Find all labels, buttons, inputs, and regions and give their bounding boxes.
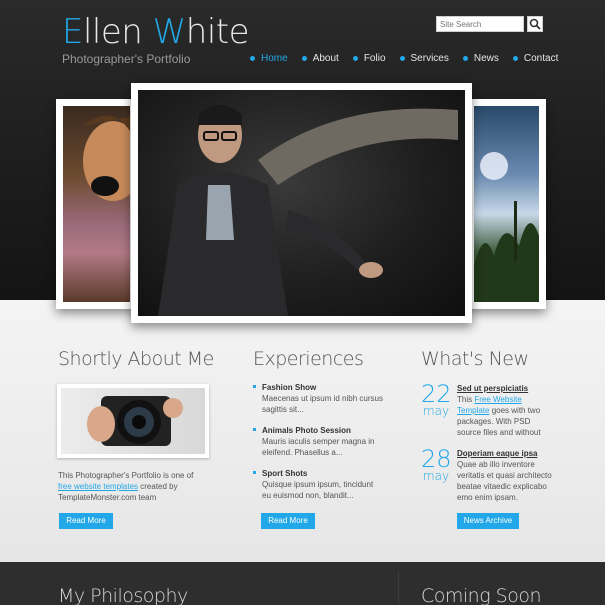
experience-title[interactable]: Fashion Show: [262, 382, 383, 393]
news-item: 22 may Sed ut perspiciatis This Free Web…: [421, 380, 553, 443]
news-body: Sed ut perspiciatis This Free Website Te…: [457, 383, 553, 438]
news-title: What's New: [421, 348, 529, 370]
experience-desc: Mauris iaculis semper magna in eleifend.…: [262, 437, 375, 457]
about-text: This Photographer's Portfolio is one of …: [58, 470, 208, 503]
nav-bullet-icon: [352, 56, 358, 61]
nav-bullet-icon: [399, 56, 405, 61]
news-month: may: [422, 404, 450, 418]
search-input[interactable]: [436, 16, 524, 32]
news-archive-button[interactable]: News Archive: [457, 513, 519, 529]
portrait-illustration: [83, 115, 130, 201]
news-month: may: [422, 469, 450, 483]
about-text-part: This Photographer's Portfolio is one of: [58, 471, 194, 480]
nav-item-about[interactable]: About: [301, 53, 339, 64]
about-photo: [57, 384, 209, 458]
experience-desc: Maecenas ut ipsum id nibh cursus sagitti…: [262, 394, 383, 414]
logo-last-name-rest: hite: [185, 12, 250, 52]
bullet-icon: [253, 385, 256, 388]
nav-label: News: [473, 53, 499, 64]
landscape-illustration: [474, 152, 539, 302]
news-day: 22: [421, 380, 452, 408]
nav-bullet-icon: [250, 56, 255, 61]
logo-title: Ellen White: [62, 12, 250, 52]
nav-item-contact[interactable]: Contact: [512, 53, 559, 64]
nav-bullet-icon: [301, 56, 307, 61]
experiences-list: Fashion Show Maecenas ut ipsum id nibh c…: [253, 382, 383, 511]
logo-letter-w: W: [152, 12, 187, 52]
nav-item-services[interactable]: Services: [399, 53, 449, 64]
search-button[interactable]: [527, 16, 543, 32]
nav-item-folio[interactable]: Folio: [352, 53, 386, 64]
news-date: 22 may: [421, 380, 452, 418]
nav-bullet-icon: [462, 56, 468, 61]
logo-tagline: Photographer's Portfolio: [62, 52, 191, 66]
experience-title[interactable]: Animals Photo Session: [262, 425, 383, 436]
list-item: Fashion Show Maecenas ut ipsum id nibh c…: [253, 382, 383, 415]
experience-title[interactable]: Sport Shots: [262, 468, 383, 479]
camera-photo: [61, 388, 205, 454]
experience-desc: Quisque ipsum ipsum, tincidunt eu euismo…: [262, 480, 374, 500]
news-text-part: Quae ab illo inventore veritatis et quas…: [457, 460, 552, 502]
camera-icon: [87, 396, 183, 446]
gallery-photo-featured[interactable]: [131, 83, 472, 323]
gallery-image-sunglasses: [63, 106, 130, 302]
gallery-photo-left[interactable]: [56, 99, 138, 309]
gallery-image-man-with-scarf: [138, 90, 465, 316]
logo-first-name-rest: llen: [82, 12, 153, 52]
experiences-read-more-button[interactable]: Read More: [261, 513, 315, 529]
footer-divider: [398, 570, 399, 605]
free-templates-link[interactable]: free website templates: [58, 482, 138, 491]
about-read-more-button[interactable]: Read More: [59, 513, 113, 529]
logo-letter-e: E: [62, 12, 83, 52]
news-day: 28: [421, 445, 452, 473]
search-icon: [529, 18, 541, 30]
main-nav: Home About Folio Services News Contact: [250, 53, 572, 64]
philosophy-title: My Philosophy: [58, 585, 188, 605]
nav-label: Contact: [523, 53, 559, 64]
gallery-photo-right[interactable]: [466, 99, 546, 309]
nav-label: Services: [410, 53, 449, 64]
about-title: Shortly About Me: [58, 348, 214, 370]
coming-soon-title: Coming Soon: [421, 585, 542, 605]
featured-portrait-illustration: [158, 105, 458, 316]
site-search: [436, 16, 544, 32]
experiences-title: Experiences: [253, 348, 364, 370]
list-item: Animals Photo Session Mauris iaculis sem…: [253, 425, 383, 458]
news-date: 28 may: [421, 445, 452, 483]
bullet-icon: [253, 471, 256, 474]
news-text-part: This: [457, 395, 475, 404]
news-body: Doperiam eaque ipsa Quae ab illo invento…: [457, 448, 553, 503]
list-item: Sport Shots Quisque ipsum ipsum, tincidu…: [253, 468, 383, 501]
nav-label: Folio: [363, 53, 386, 64]
nav-bullet-icon: [512, 56, 518, 61]
nav-label: Home: [261, 53, 288, 64]
site-logo[interactable]: Ellen White Photographer's Portfolio: [62, 12, 250, 66]
bullet-icon: [253, 428, 256, 431]
nav-item-home[interactable]: Home: [250, 53, 288, 64]
nav-item-news[interactable]: News: [462, 53, 499, 64]
gallery-image-landscape: [474, 106, 539, 302]
news-headline-link[interactable]: Sed ut perspiciatis: [457, 383, 553, 394]
nav-label: About: [312, 53, 339, 64]
news-headline-link[interactable]: Doperiam eaque ipsa: [457, 448, 553, 459]
news-item: 28 may Doperiam eaque ipsa Quae ab illo …: [421, 445, 553, 508]
